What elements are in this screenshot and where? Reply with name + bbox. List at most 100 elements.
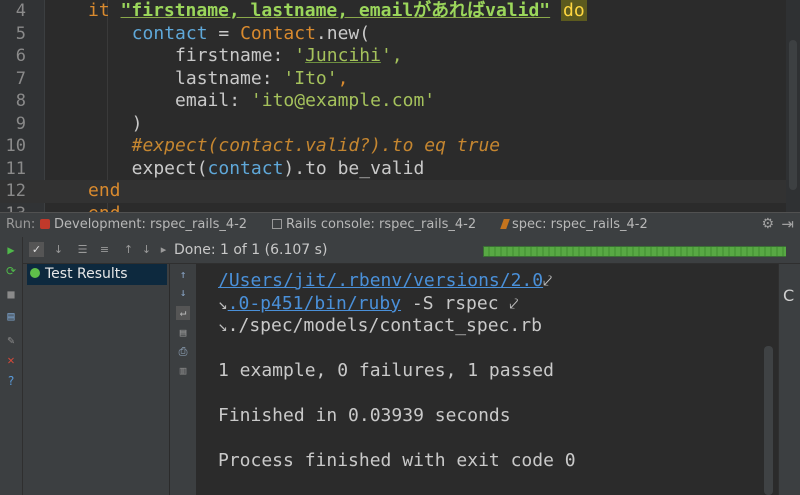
code-line[interactable]: 6 firstname: 'Juncihi', bbox=[0, 45, 786, 68]
console-side-toolbar: ↑ ↓ ↵ ▤ ⎙ ▥ bbox=[170, 264, 196, 495]
code-text: email: 'ito@example.com' bbox=[110, 90, 435, 113]
line-number: 7 bbox=[15, 68, 26, 89]
layout-icon[interactable]: ▤ bbox=[4, 309, 18, 323]
passed-icon bbox=[30, 268, 40, 278]
code-line[interactable]: 4 it "firstname, lastname, emailがあればvalid… bbox=[0, 0, 786, 23]
code-token: contact bbox=[207, 157, 284, 179]
code-line[interactable]: 12 end bbox=[0, 180, 786, 203]
code-token: do bbox=[560, 0, 587, 21]
console-line: ↘./spec/models/contact_spec.rb bbox=[218, 315, 542, 338]
code-line[interactable]: 11 expect(contact).to be_valid bbox=[0, 158, 786, 181]
code-token: "firstname, lastname, emailがあればvalid" bbox=[120, 0, 551, 21]
close-icon[interactable]: ✕ bbox=[4, 353, 18, 367]
tab-rails-console[interactable]: Rails console: rspec_rails_4-2 bbox=[272, 217, 476, 232]
code-line[interactable]: 9 ) bbox=[0, 113, 786, 136]
code-token: = bbox=[207, 22, 241, 44]
sort-alpha-icon[interactable]: ↓ bbox=[51, 242, 66, 257]
console-line: Finished in 0.03939 seconds bbox=[218, 405, 511, 428]
run-label: Run: bbox=[6, 217, 36, 232]
arrow-right-icon[interactable]: ▸ bbox=[156, 242, 171, 257]
code-text: it "firstname, lastname, emailがあればvalid"… bbox=[88, 0, 587, 23]
code-token: it bbox=[88, 0, 121, 21]
console-output[interactable]: /Users/jit/.rbenv/versions/2.0⤦ ↘.0-p451/… bbox=[196, 264, 762, 495]
console-text: Finished in 0.03939 seconds bbox=[218, 405, 511, 426]
trash-icon[interactable]: ▥ bbox=[176, 364, 190, 378]
console-text: ./spec/models/contact_spec.rb bbox=[227, 315, 542, 336]
code-line[interactable]: 7 lastname: 'Ito', bbox=[0, 68, 786, 91]
test-results-tree[interactable]: Test Results bbox=[23, 264, 170, 495]
rerun-failed-icon[interactable]: ⟳ bbox=[4, 264, 18, 278]
wrap-icon: ⤦ bbox=[509, 293, 519, 313]
line-number: 9 bbox=[15, 113, 26, 134]
right-tool-strip bbox=[786, 237, 800, 263]
code-token: , bbox=[337, 67, 349, 89]
line-number: 13 bbox=[0, 203, 26, 213]
rerun-icon[interactable]: ▶ bbox=[4, 243, 18, 257]
code-line[interactable]: 5 contact = Contact.new( bbox=[0, 23, 786, 46]
run-tool-window-tabs: Run: Development: rspec_rails_4-2 Rails … bbox=[0, 212, 800, 238]
line-number: 8 bbox=[15, 91, 26, 111]
test-results-root-node[interactable]: Test Results bbox=[27, 264, 167, 285]
code-token: ) bbox=[110, 112, 143, 134]
scroll-down-icon[interactable]: ↓ bbox=[176, 286, 190, 300]
code-text: ) bbox=[110, 113, 143, 136]
code-text: contact = Contact.new( bbox=[110, 23, 370, 46]
code-line[interactable]: 10 #expect(contact.valid?).to eq true bbox=[0, 135, 786, 158]
line-number: 5 bbox=[15, 23, 26, 44]
tab-spec[interactable]: spec: rspec_rails_4-2 bbox=[500, 217, 648, 232]
console-link[interactable]: .0-p451/bin/ruby bbox=[228, 293, 401, 314]
scroll-up-icon[interactable]: ↑ bbox=[176, 268, 190, 282]
hide-panel-icon[interactable]: ⇥ bbox=[781, 215, 794, 233]
code-text: lastname: 'Ito', bbox=[110, 68, 348, 91]
code-token: end bbox=[88, 180, 121, 201]
console-line: ↘.0-p451/bin/ruby -S rspec ⤦ bbox=[218, 293, 518, 316]
code-token: Contact bbox=[240, 22, 316, 44]
wrap-icon: ⤦ bbox=[543, 271, 553, 290]
code-token: end bbox=[88, 203, 121, 213]
tab-label: Development: rspec_rails_4-2 bbox=[54, 217, 248, 232]
code-token: ', bbox=[380, 45, 403, 66]
console-text: Process finished with exit code 0 bbox=[218, 450, 576, 471]
rails-icon bbox=[40, 219, 50, 229]
test-progress-bar bbox=[483, 246, 800, 257]
code-token: .new( bbox=[315, 22, 371, 44]
spec-icon bbox=[500, 219, 510, 229]
editor-scrollbar-thumb[interactable] bbox=[789, 40, 797, 190]
soft-wrap-icon[interactable]: ↵ bbox=[176, 306, 190, 320]
right-panel-letter[interactable]: C bbox=[783, 286, 794, 305]
tab-development[interactable]: Development: rspec_rails_4-2 bbox=[40, 217, 247, 232]
console-link[interactable]: /Users/jit/.rbenv/versions/2.0 bbox=[218, 270, 543, 291]
editor-scrollbar-track[interactable] bbox=[786, 0, 800, 212]
console-icon bbox=[272, 219, 282, 229]
code-token: #expect(contact.valid?).to eq true bbox=[110, 135, 501, 156]
code-text: end bbox=[88, 180, 121, 203]
line-number: 4 bbox=[15, 1, 26, 21]
show-passed-icon[interactable]: ✓ bbox=[29, 242, 44, 257]
console-line: Process finished with exit code 0 bbox=[218, 450, 576, 473]
code-line[interactable]: 8 email: 'ito@example.com' bbox=[0, 90, 786, 113]
next-icon[interactable]: ↓ bbox=[139, 242, 154, 257]
line-number: 12 bbox=[5, 181, 26, 201]
help-icon[interactable]: ? bbox=[4, 374, 18, 388]
collapse-all-icon[interactable]: ≡ bbox=[97, 242, 112, 257]
wrap-icon: ↘ bbox=[218, 293, 228, 313]
console-line: /Users/jit/.rbenv/versions/2.0⤦ bbox=[218, 270, 552, 293]
expand-all-icon[interactable]: ☰ bbox=[75, 242, 90, 257]
tab-label: spec: rspec_rails_4-2 bbox=[512, 217, 648, 232]
line-number: 10 bbox=[5, 136, 26, 156]
pin-icon[interactable]: ✎ bbox=[4, 333, 18, 347]
tab-label: Rails console: rspec_rails_4-2 bbox=[286, 217, 477, 232]
console-scrollbar[interactable] bbox=[764, 346, 773, 495]
code-token: 'ito@example.com' bbox=[250, 90, 436, 111]
code-editor[interactable]: 4 it "firstname, lastname, emailがあればvalid… bbox=[0, 0, 800, 212]
progress-fill bbox=[484, 247, 800, 256]
code-token: 'Ito' bbox=[283, 67, 338, 89]
code-line[interactable]: 13 end bbox=[0, 203, 786, 213]
print-icon[interactable]: ⎙ bbox=[176, 345, 190, 359]
scroll-to-end-icon[interactable]: ▤ bbox=[176, 326, 190, 340]
gear-icon[interactable]: ⚙ bbox=[761, 216, 774, 232]
previous-icon[interactable]: ↑ bbox=[121, 242, 136, 257]
stop-icon[interactable]: ■ bbox=[4, 287, 18, 301]
test-status-text: Done: 1 of 1 (6.107 s) bbox=[174, 242, 328, 258]
